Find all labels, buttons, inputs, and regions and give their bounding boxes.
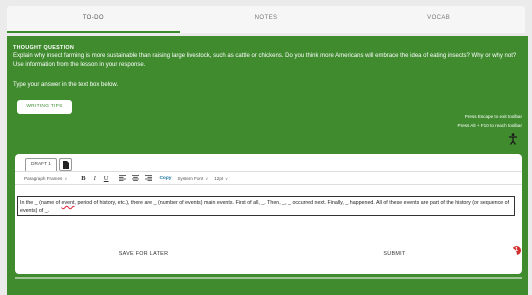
submit-button[interactable]: SUBMIT xyxy=(272,247,517,261)
misspelled-word: event xyxy=(61,200,75,206)
paragraph-frames-select[interactable]: Paragraph Frames ∨ xyxy=(24,176,67,181)
font-size-label: 12pt xyxy=(214,175,224,181)
chevron-down-icon: ∨ xyxy=(205,175,209,181)
tab-notes[interactable]: NOTES xyxy=(180,6,353,33)
answer-text-input[interactable]: In the _ (name of event, period of histo… xyxy=(17,196,515,216)
tab-vocab[interactable]: VOCAB xyxy=(352,6,525,33)
align-right-icon[interactable] xyxy=(145,175,153,181)
chevron-down-icon: ∨ xyxy=(64,175,68,181)
divider xyxy=(15,277,522,279)
draft-tab[interactable]: DRAFT 1 xyxy=(25,158,57,171)
toolbar-escape-hint: Press Escape to exit toolbar xyxy=(464,114,522,119)
chevron-down-icon: ∨ xyxy=(225,175,229,181)
align-left-icon[interactable] xyxy=(119,175,127,181)
paragraph-frames-label: Paragraph Frames xyxy=(24,175,63,181)
toolbar-altf10-hint: Press Alt + F10 to reach toolbar xyxy=(457,123,522,128)
underline-button[interactable]: U xyxy=(104,175,109,182)
accessibility-icon[interactable] xyxy=(508,133,518,145)
italic-button[interactable]: I xyxy=(94,175,96,182)
new-draft-button[interactable] xyxy=(59,158,72,171)
question-instruction: Type your answer in the text box below. xyxy=(13,82,119,88)
answer-text-start: In the _ (name of xyxy=(20,200,62,206)
save-for-later-button[interactable]: SAVE FOR LATER xyxy=(22,247,265,261)
document-icon xyxy=(63,161,69,169)
answer-text-rest: , period of history, etc.), there are _ … xyxy=(20,200,510,214)
tab-todo[interactable]: TO-DO xyxy=(7,6,180,33)
question-body: Explain why insect farming is more susta… xyxy=(13,53,517,68)
copy-button[interactable]: Copy xyxy=(159,176,171,181)
question-title: THOUGHT QUESTION xyxy=(13,45,75,51)
font-family-label: System Font xyxy=(177,175,204,181)
font-family-select[interactable]: System Font ∨ xyxy=(177,176,208,181)
bold-button[interactable]: B xyxy=(81,175,85,182)
font-size-select[interactable]: 12pt ∨ xyxy=(214,176,228,181)
align-center-icon[interactable] xyxy=(132,175,140,181)
writing-tips-button[interactable]: WRITING TIPS xyxy=(17,100,72,114)
tab-bar: TO-DO NOTES VOCAB xyxy=(7,6,525,33)
editor-toolbar: Paragraph Frames ∨ B I U Copy System Fon… xyxy=(15,171,522,185)
